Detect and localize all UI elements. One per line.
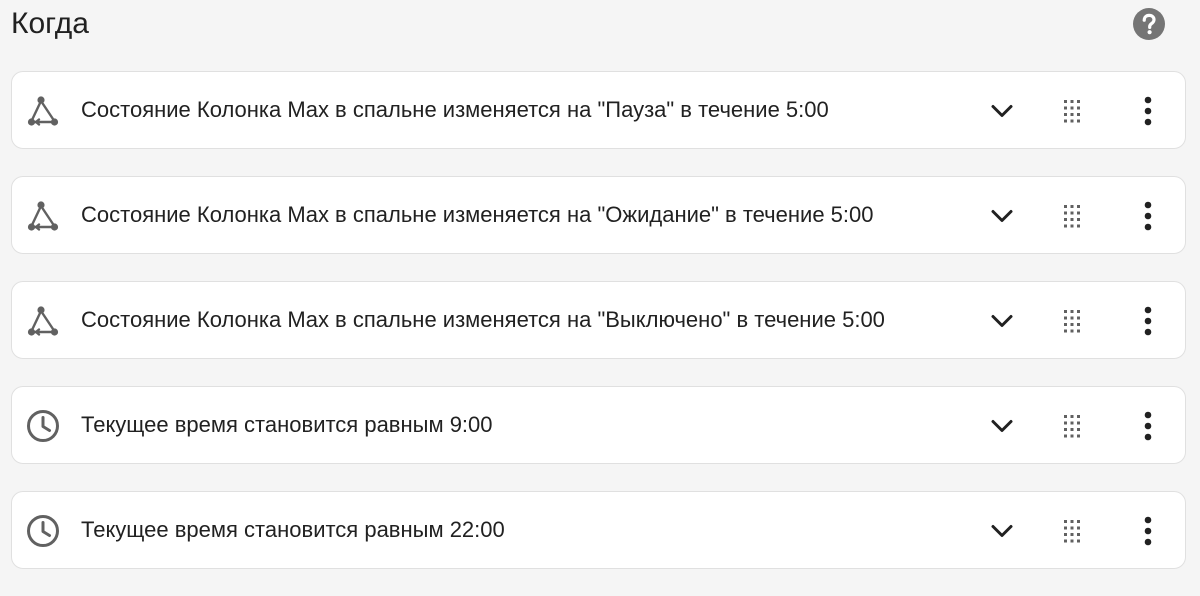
drag-handle-icon[interactable] [1052, 301, 1092, 341]
trigger-card[interactable]: Текущее время становится равным 22:00 [11, 491, 1186, 569]
trigger-label: Состояние Колонка Max в спальне изменяет… [81, 307, 885, 332]
more-vertical-icon[interactable] [1128, 301, 1168, 341]
more-vertical-icon[interactable] [1128, 196, 1168, 236]
state-graph-icon [25, 303, 61, 339]
help-icon[interactable] [1132, 7, 1166, 41]
more-vertical-icon[interactable] [1128, 511, 1168, 551]
trigger-card[interactable]: Состояние Колонка Max в спальне изменяет… [11, 176, 1186, 254]
state-graph-icon [25, 198, 61, 234]
section-header: Когда [0, 0, 1200, 48]
chevron-down-icon[interactable] [982, 91, 1022, 131]
drag-handle-icon[interactable] [1052, 511, 1092, 551]
trigger-card[interactable]: Текущее время становится равным 9:00 [11, 386, 1186, 464]
trigger-label: Состояние Колонка Max в спальне изменяет… [81, 202, 874, 227]
drag-handle-icon[interactable] [1052, 196, 1092, 236]
drag-handle-icon[interactable] [1052, 406, 1092, 446]
more-vertical-icon[interactable] [1128, 91, 1168, 131]
drag-handle-icon[interactable] [1052, 91, 1092, 131]
chevron-down-icon[interactable] [982, 511, 1022, 551]
chevron-down-icon[interactable] [982, 301, 1022, 341]
chevron-down-icon[interactable] [982, 196, 1022, 236]
trigger-label: Текущее время становится равным 9:00 [81, 412, 493, 437]
trigger-label: Текущее время становится равным 22:00 [81, 517, 505, 542]
more-vertical-icon[interactable] [1128, 406, 1168, 446]
clock-icon [25, 513, 61, 549]
trigger-list: Состояние Колонка Max в спальне изменяет… [11, 71, 1186, 596]
trigger-label: Состояние Колонка Max в спальне изменяет… [81, 97, 829, 122]
trigger-card[interactable]: Состояние Колонка Max в спальне изменяет… [11, 281, 1186, 359]
state-graph-icon [25, 93, 61, 129]
clock-icon [25, 408, 61, 444]
trigger-card[interactable]: Состояние Колонка Max в спальне изменяет… [11, 71, 1186, 149]
chevron-down-icon[interactable] [982, 406, 1022, 446]
section-title: Когда [11, 7, 89, 40]
